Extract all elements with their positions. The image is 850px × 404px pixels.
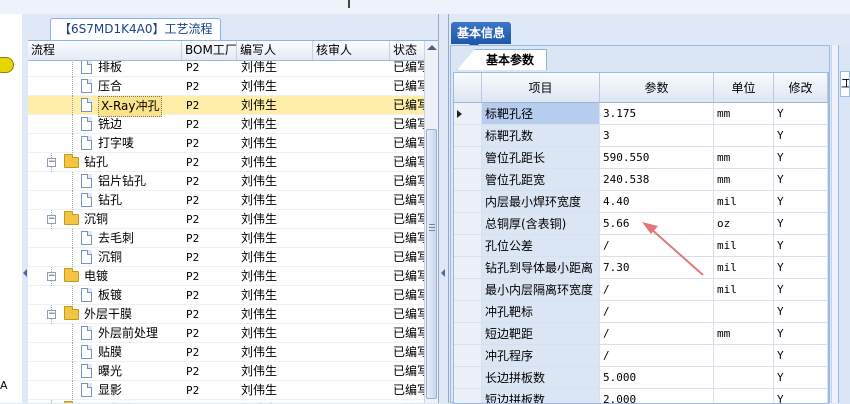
annotation-overlay <box>642 222 704 276</box>
annotation-arrow-line <box>649 227 704 276</box>
